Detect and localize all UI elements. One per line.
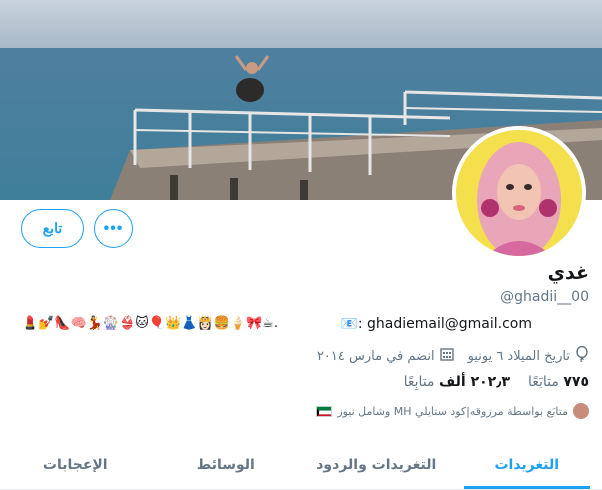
birthday-item: تاريخ الميلاد ٦ يونيو [467,345,589,366]
follow-button[interactable]: تابع [21,209,84,248]
calendar-icon [439,347,454,365]
followed-by-text: متابَع بواسطة مرزوقه|كود ستايلي MH وشامل… [337,404,568,418]
profile-bio-email: 📧: ghadiemail@gmail.com [340,316,532,332]
joined-text: انضم في مارس ٢٠١٤ [316,348,435,364]
followed-by-row[interactable]: متابَع بواسطة مرزوقه|كود ستايلي MH وشامل… [316,403,589,419]
followers-label: متابِعًا [403,374,435,390]
profile-handle: @ghadii__00 [500,289,589,305]
following-count: ٧٧٥ [563,374,589,390]
following-stat[interactable]: ٧٧٥ متابَعًا [528,374,589,390]
more-options-button[interactable]: ••• [94,209,133,248]
balloon-icon [575,345,589,366]
follower-avatar [573,403,589,419]
joined-item: انضم في مارس ٢٠١٤ [317,347,454,365]
avatar-image [456,130,582,256]
profile-bio-emojis: 💄💅👠🧠💃🎡👙🐱🎈👑👗👸🏻🍔🍦🎀☕. [22,316,278,331]
tab-likes[interactable]: الإعجابات [0,440,151,489]
profile-stats: ٧٧٥ متابَعًا ٢٠٢٫٣ ألف متابِعًا [404,374,589,390]
tab-tweets[interactable]: التغريدات [452,440,602,489]
tab-tweets-replies[interactable]: التغريدات والردود [301,440,452,489]
followers-count: ٢٠٢٫٣ ألف [438,374,510,390]
birthday-text: تاريخ الميلاد ٦ يونيو [467,348,570,364]
profile-name: غدي [547,262,589,284]
kuwait-flag-icon [316,405,333,417]
profile-avatar[interactable] [452,126,586,260]
followers-stat[interactable]: ٢٠٢٫٣ ألف متابِعًا [404,374,510,390]
profile-meta: تاريخ الميلاد ٦ يونيو انضم في مارس ٢٠١٤ [317,345,589,366]
profile-tabs: التغريدات التغريدات والردود الوسائط الإع… [0,440,602,490]
tab-media[interactable]: الوسائط [151,440,302,489]
following-label: متابَعًا [528,374,559,390]
